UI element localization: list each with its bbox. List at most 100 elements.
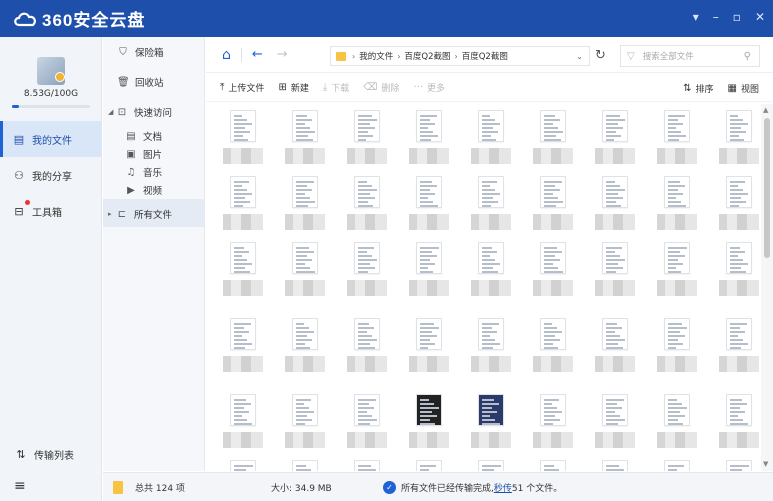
file-item[interactable] (398, 456, 460, 471)
file-item[interactable] (646, 172, 708, 238)
maximize-icon[interactable]: ▫ (733, 10, 741, 24)
file-item[interactable] (212, 238, 274, 304)
file-item[interactable] (398, 314, 460, 380)
breadcrumb[interactable]: › 我的文件 › 百度Q2截图 › 百度Q2截图 ⌄ (330, 46, 590, 66)
view-button[interactable]: ▦ 视图 (728, 82, 759, 95)
chevron-down-icon[interactable]: ⌄ (576, 52, 583, 61)
trash-icon: ⌫ (363, 82, 378, 93)
file-item[interactable] (522, 238, 584, 304)
nav-my-share[interactable]: ⚇ 我的分享 (0, 157, 102, 193)
file-thumbnail (726, 242, 752, 274)
tree-quick-access[interactable]: ◢ ⊡ 快速访问 (108, 105, 172, 120)
tree-all-files[interactable]: ▸ ⊏ 所有文件 (108, 207, 172, 222)
file-item[interactable] (584, 106, 646, 172)
file-item[interactable] (584, 456, 646, 471)
nav-my-files[interactable]: ▤ 我的文件 (0, 121, 102, 157)
tree-videos[interactable]: ▶ 视频 (125, 183, 162, 198)
file-item[interactable] (708, 106, 760, 172)
file-item[interactable] (646, 456, 708, 471)
file-item[interactable] (274, 238, 336, 304)
scroll-thumb[interactable] (764, 118, 770, 258)
file-item[interactable] (212, 390, 274, 456)
tree-safe-box[interactable]: ⛉ 保险箱 (117, 45, 163, 60)
file-name-blurred (223, 280, 263, 296)
tree-music[interactable]: ♫ 音乐 (125, 165, 163, 180)
file-item[interactable] (398, 172, 460, 238)
crumb-folder[interactable]: 百度Q2截图 (404, 50, 450, 62)
file-item[interactable] (646, 106, 708, 172)
file-item[interactable] (584, 238, 646, 304)
back-arrow-icon[interactable]: ← (252, 47, 263, 62)
scroll-down-icon[interactable]: ▼ (763, 460, 768, 468)
home-icon[interactable]: ⌂ (222, 47, 231, 63)
file-item[interactable] (708, 456, 760, 471)
file-item[interactable] (522, 390, 584, 456)
file-item[interactable] (274, 106, 336, 172)
file-item[interactable] (584, 390, 646, 456)
file-item[interactable] (522, 314, 584, 380)
upload-button[interactable]: ⤒ 上传文件 (220, 81, 264, 94)
file-item[interactable] (708, 172, 760, 238)
file-item[interactable] (460, 390, 522, 456)
file-item[interactable] (212, 456, 274, 471)
file-item[interactable] (646, 238, 708, 304)
file-item[interactable] (584, 172, 646, 238)
crumb-current-folder[interactable]: 百度Q2截图 (462, 50, 508, 62)
filter-icon[interactable]: ▽ (627, 51, 635, 62)
new-button[interactable]: ⊞ 新建 (278, 81, 308, 94)
file-item[interactable] (522, 456, 584, 471)
search-input[interactable]: ▽ 搜索全部文件 ⚲ (620, 45, 760, 67)
file-item[interactable] (460, 238, 522, 304)
tree-recycle-bin[interactable]: 🗑 回收站 (117, 75, 164, 90)
tree-documents[interactable]: ▤ 文档 (125, 129, 162, 144)
file-item[interactable] (274, 172, 336, 238)
file-item[interactable] (336, 106, 398, 172)
file-item[interactable] (398, 106, 460, 172)
scroll-up-icon[interactable]: ▲ (763, 106, 768, 114)
file-item[interactable] (274, 390, 336, 456)
sort-button[interactable]: ⇅ 排序 (683, 82, 713, 95)
sort-icon: ⇅ (683, 82, 692, 94)
file-item[interactable] (274, 456, 336, 471)
more-button[interactable]: ··· 更多 (413, 81, 445, 94)
delete-button[interactable]: ⌫ 删除 (363, 81, 399, 94)
file-item[interactable] (708, 390, 760, 456)
file-item[interactable] (646, 314, 708, 380)
file-item[interactable] (336, 238, 398, 304)
forward-arrow-icon[interactable]: → (277, 47, 288, 62)
minimize-icon[interactable]: – (713, 10, 719, 24)
video-icon: ▶ (127, 184, 135, 196)
file-item[interactable] (274, 314, 336, 380)
instant-transfer-link[interactable]: 秒传 (494, 481, 512, 494)
file-item[interactable] (584, 314, 646, 380)
file-item[interactable] (336, 314, 398, 380)
file-item[interactable] (398, 238, 460, 304)
menu-dropdown-icon[interactable]: ▾ (693, 10, 699, 24)
crumb-my-files[interactable]: 我的文件 (359, 50, 393, 62)
file-item[interactable] (398, 390, 460, 456)
file-item[interactable] (708, 238, 760, 304)
main-menu-icon[interactable]: ≡ (14, 478, 26, 494)
file-item[interactable] (336, 390, 398, 456)
file-item[interactable] (336, 456, 398, 471)
file-item[interactable] (460, 106, 522, 172)
download-button[interactable]: ⤓ 下载 (323, 81, 349, 94)
file-item[interactable] (460, 314, 522, 380)
refresh-icon[interactable]: ↻ (595, 48, 606, 63)
file-item[interactable] (336, 172, 398, 238)
file-item[interactable] (708, 314, 760, 380)
search-icon[interactable]: ⚲ (744, 51, 751, 62)
file-item[interactable] (522, 172, 584, 238)
file-item[interactable] (460, 172, 522, 238)
vertical-scrollbar[interactable]: ▲ ▼ (761, 104, 773, 471)
file-item[interactable] (646, 390, 708, 456)
transfer-list-button[interactable]: ⇅ 传输列表 (14, 447, 74, 462)
tree-pictures[interactable]: ▣ 图片 (125, 147, 162, 162)
file-item[interactable] (460, 456, 522, 471)
file-item[interactable] (212, 172, 274, 238)
file-item[interactable] (212, 314, 274, 380)
close-icon[interactable]: ✕ (755, 10, 765, 24)
file-item[interactable] (212, 106, 274, 172)
file-item[interactable] (522, 106, 584, 172)
nav-toolbox[interactable]: ⊟ 工具箱 (0, 193, 102, 229)
